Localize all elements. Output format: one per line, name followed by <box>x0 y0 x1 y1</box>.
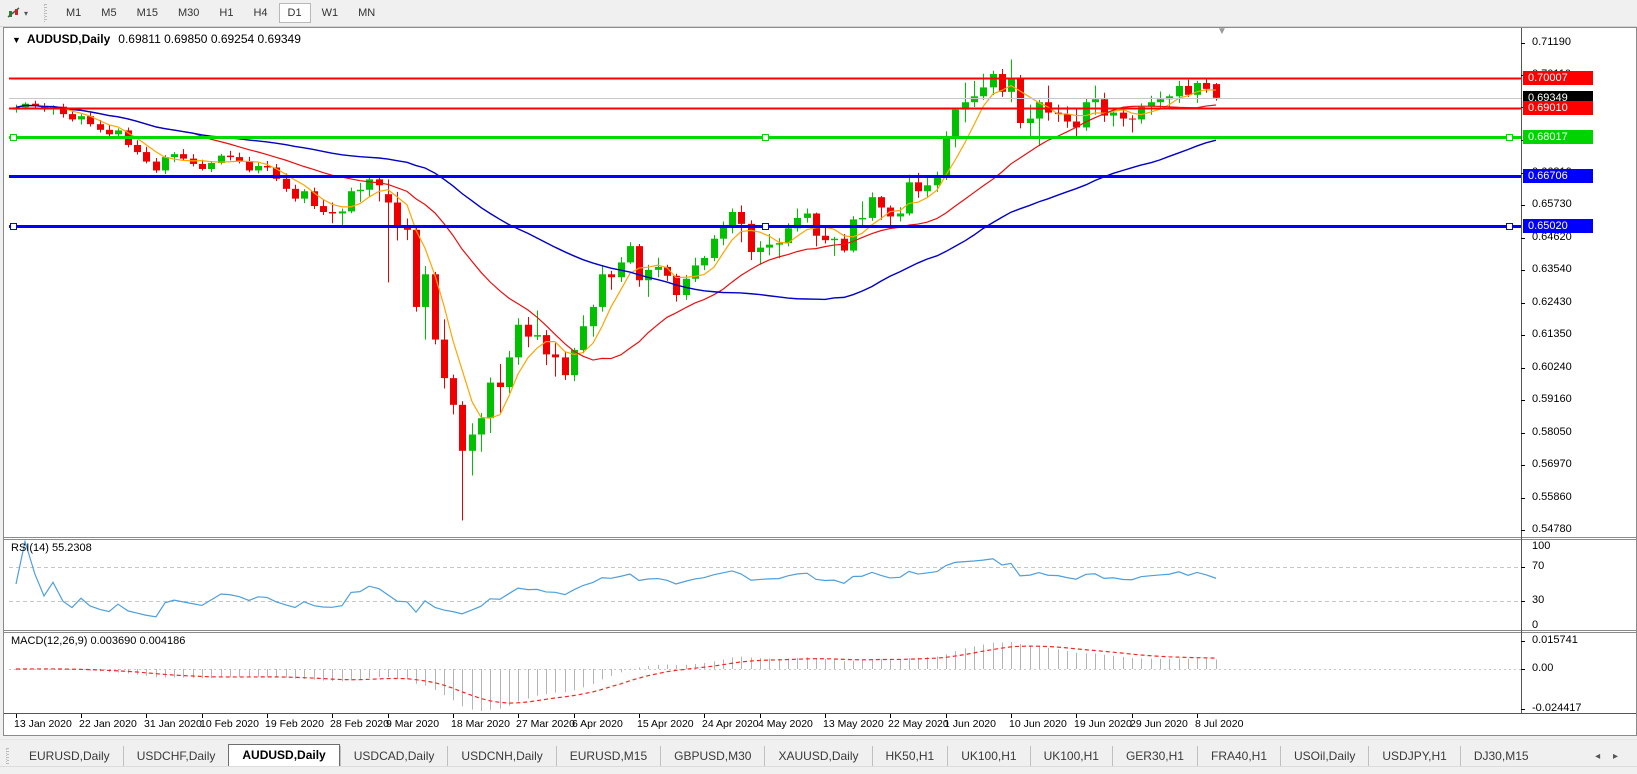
chart-shift-marker[interactable]: ▼ <box>1217 26 1227 37</box>
macd-axis-tick: 0.015741 <box>1532 634 1578 646</box>
chart-cursor-tool-icon[interactable] <box>6 5 22 21</box>
date-axis-label: 1 Jun 2020 <box>944 718 996 730</box>
date-axis-label: 22 Jan 2020 <box>79 718 137 730</box>
chart-tab-bar: EURUSD,DailyUSDCHF,DailyAUDUSD,DailyUSDC… <box>0 739 1637 767</box>
tab-scroll-arrows: ◂ ▸ <box>1590 751 1623 762</box>
macd-signal-value: 0.004186 <box>139 635 185 647</box>
price-axis-tick: 0.71190 <box>1532 36 1571 48</box>
chart-tab-uk100-h1[interactable]: UK100,H1 <box>1030 746 1112 767</box>
chart-tab-uk100-h1[interactable]: UK100,H1 <box>947 746 1029 767</box>
timeframe-button-h4[interactable]: H4 <box>244 3 276 23</box>
tab-scroll-left-icon[interactable]: ◂ <box>1590 751 1605 762</box>
timeframe-button-w1[interactable]: W1 <box>313 3 348 23</box>
chart-tab-xauusd-daily[interactable]: XAUUSD,Daily <box>764 746 871 767</box>
date-axis-label: 24 Apr 2020 <box>702 718 759 730</box>
date-axis-label: 29 Jun 2020 <box>1130 718 1188 730</box>
date-axis-label: 19 Jun 2020 <box>1074 718 1132 730</box>
date-axis-label: 9 Mar 2020 <box>386 718 439 730</box>
price-axis-tick: 0.62430 <box>1532 296 1572 308</box>
rsi-name: RSI(14) <box>11 542 49 554</box>
date-axis-label: 13 May 2020 <box>823 718 884 730</box>
tab-items: EURUSD,DailyUSDCHF,DailyAUDUSD,DailyUSDC… <box>16 744 1542 767</box>
timeframe-button-m1[interactable]: M1 <box>57 3 90 23</box>
price-axis-tick: 0.59160 <box>1532 393 1572 405</box>
timeframe-button-h1[interactable]: H1 <box>210 3 242 23</box>
chart-tab-eurusd-m15[interactable]: EURUSD,M15 <box>556 746 660 767</box>
top-toolbar: ▾ M1M5M15M30H1H4D1W1MN <box>0 0 1637 27</box>
timeframe-button-m30[interactable]: M30 <box>169 3 208 23</box>
macd-name: MACD(12,26,9) <box>11 635 87 647</box>
rsi-axis-tick: 100 <box>1532 540 1550 552</box>
price-axis-tick: 0.58050 <box>1532 426 1572 438</box>
rsi-axis-tick: 30 <box>1532 594 1544 606</box>
timeframe-button-m5[interactable]: M5 <box>92 3 125 23</box>
date-axis-label: 13 Jan 2020 <box>14 718 72 730</box>
date-axis-label: 27 Mar 2020 <box>516 718 575 730</box>
chart-tab-usdcnh-daily[interactable]: USDCNH,Daily <box>447 746 555 767</box>
date-axis-label: 31 Jan 2020 <box>144 718 202 730</box>
date-axis-label: 6 Apr 2020 <box>572 718 623 730</box>
chart-tab-ger30-h1[interactable]: GER30,H1 <box>1112 746 1197 767</box>
rsi-value: 55.2308 <box>52 542 92 554</box>
chart-title: ▼ AUDUSD,Daily 0.69811 0.69850 0.69254 0.6… <box>12 32 301 46</box>
rsi-indicator-label: RSI(14) 55.2308 <box>11 542 92 554</box>
chart-tab-usoil-daily[interactable]: USOil,Daily <box>1280 746 1368 767</box>
date-axis-label: 10 Jun 2020 <box>1009 718 1067 730</box>
tool-dropdown-caret-icon[interactable]: ▾ <box>24 9 34 18</box>
symbol-label: AUDUSD,Daily <box>27 32 110 46</box>
date-axis-label: 18 Mar 2020 <box>451 718 510 730</box>
price-label-0.65020: 0.65020 <box>1523 219 1593 233</box>
date-axis-label: 15 Apr 2020 <box>637 718 694 730</box>
macd-main-value: 0.003690 <box>90 635 136 647</box>
macd-indicator-label: MACD(12,26,9) 0.003690 0.004186 <box>11 635 185 647</box>
chart-window: ▼ AUDUSD,Daily 0.69811 0.69850 0.69254 0.6… <box>3 27 1637 736</box>
macd-axis-tick: 0.00 <box>1532 662 1553 674</box>
date-axis-label: 8 Jul 2020 <box>1195 718 1243 730</box>
price-label-0.69010: 0.69010 <box>1523 101 1593 115</box>
chart-tab-usdcad-daily[interactable]: USDCAD,Daily <box>340 746 448 767</box>
price-axis-tick: 0.55860 <box>1532 491 1572 503</box>
date-axis-label: 4 May 2020 <box>758 718 813 730</box>
tabbar-gripper <box>6 748 12 764</box>
tab-scroll-right-icon[interactable]: ▸ <box>1608 751 1623 762</box>
timeframe-button-d1[interactable]: D1 <box>279 3 311 23</box>
price-axis-tick: 0.60240 <box>1532 361 1572 373</box>
price-axis-tick: 0.61350 <box>1532 328 1572 340</box>
chart-tab-eurusd-daily[interactable]: EURUSD,Daily <box>16 746 123 767</box>
price-label-0.68017: 0.68017 <box>1523 130 1593 144</box>
price-label-0.66706: 0.66706 <box>1523 169 1593 183</box>
chart-tab-fra40-h1[interactable]: FRA40,H1 <box>1197 746 1280 767</box>
timeframe-button-m15[interactable]: M15 <box>128 3 167 23</box>
chart-canvas[interactable] <box>4 28 1636 733</box>
price-axis-tick: 0.63540 <box>1532 263 1572 275</box>
chart-tab-hk50-h1[interactable]: HK50,H1 <box>872 746 948 767</box>
date-axis-label: 19 Feb 2020 <box>265 718 324 730</box>
symbol-dropdown-icon[interactable]: ▼ <box>12 35 21 45</box>
price-label-0.70007: 0.70007 <box>1523 71 1593 85</box>
date-axis-label: 10 Feb 2020 <box>200 718 259 730</box>
date-axis-label: 28 Feb 2020 <box>330 718 389 730</box>
rsi-axis-tick: 70 <box>1532 560 1544 572</box>
price-axis-tick: 0.65730 <box>1532 198 1572 210</box>
price-axis-tick: 0.56970 <box>1532 458 1572 470</box>
toolbar-gripper <box>44 4 50 22</box>
chart-tab-usdchf-daily[interactable]: USDCHF,Daily <box>123 746 229 767</box>
chart-tab-gbpusd-m30[interactable]: GBPUSD,M30 <box>660 746 764 767</box>
macd-axis-tick: -0.024417 <box>1532 702 1582 714</box>
chart-tab-usdjpy-h1[interactable]: USDJPY,H1 <box>1368 746 1459 767</box>
ohlc-readout: 0.69811 0.69850 0.69254 0.69349 <box>118 32 301 46</box>
chart-tab-audusd-daily[interactable]: AUDUSD,Daily <box>228 744 339 767</box>
price-axis-tick: 0.54780 <box>1532 523 1572 535</box>
chart-tab-dj30-m15[interactable]: DJ30,M15 <box>1460 746 1542 767</box>
timeframe-button-group: M1M5M15M30H1H4D1W1MN <box>56 3 385 23</box>
date-axis-label: 22 May 2020 <box>888 718 949 730</box>
timeframe-button-mn[interactable]: MN <box>349 3 384 23</box>
rsi-axis-tick: 0 <box>1532 619 1538 631</box>
